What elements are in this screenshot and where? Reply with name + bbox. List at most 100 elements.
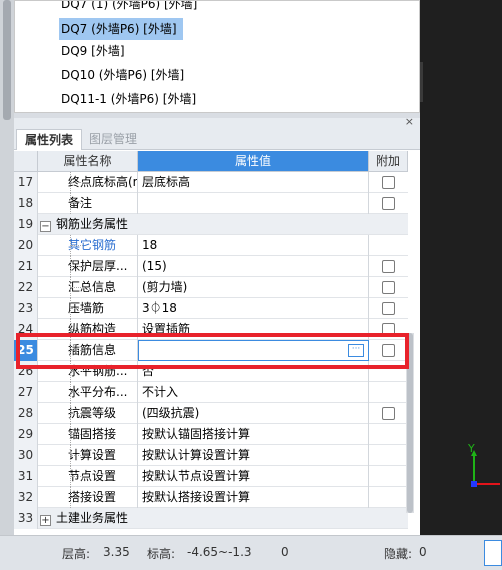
tree-dash [71,371,83,372]
property-value[interactable]: 按默认计算设置计算 [138,445,369,466]
property-value[interactable]: 按默认搭接设置计算 [138,487,369,508]
property-value[interactable]: 3⏀18 [138,298,369,319]
row-number: 21 [14,256,38,277]
property-value[interactable]: 不计入 [138,382,369,403]
collapse-icon[interactable]: − [40,221,51,232]
property-value[interactable]: 按默认节点设置计算 [138,466,369,487]
property-value[interactable] [138,193,369,214]
panel-header: × [14,115,420,129]
tree-dash [71,476,83,477]
property-name: 纵筋构造 [38,319,138,340]
property-row[interactable]: 25 插筋信息 ··· [14,340,408,361]
attach-checkbox[interactable] [382,176,395,189]
property-row[interactable]: 28 抗震等级 (四级抗震) [14,403,408,424]
attach-checkbox[interactable] [382,302,395,315]
attach-cell [369,403,408,424]
property-value[interactable]: 否 [138,361,369,382]
property-name: 终点底标高(m) [38,172,138,193]
row-number: 30 [14,445,38,466]
property-name: 计算设置 [38,445,138,466]
property-value-text: 按默认节点设置计算 [142,469,251,483]
tree-dash [71,266,83,267]
property-name: 汇总信息 [38,277,138,298]
property-value[interactable]: 18 [138,235,369,256]
tree-dash [71,287,83,288]
property-row[interactable]: 18 备注 [14,193,408,214]
property-value-text: (15) [142,259,167,273]
property-name: 抗震等级 [38,403,138,424]
property-name: 插筋信息 [38,340,138,361]
status-toggle-icon[interactable] [484,540,502,566]
status-bar: 层高: 3.35 标高: -4.65~-1.3 0 隐藏: 0 [0,535,502,570]
property-row[interactable]: 20 其它钢筋 18 [14,235,408,256]
property-value-text: (四级抗震) [142,406,200,420]
property-row[interactable]: 26 水平钢筋... 否 [14,361,408,382]
attach-checkbox[interactable] [382,260,395,273]
tree-item[interactable]: DQ7 (1) (外墙P6) [外墙] [59,1,203,15]
attach-checkbox[interactable] [382,197,395,210]
property-value[interactable]: 设置插筋 [138,319,369,340]
property-value-text: 按默认计算设置计算 [142,448,251,462]
row-number: 22 [14,277,38,298]
tree-item[interactable]: DQ11-1 (外墙P6) [外墙] [59,88,202,110]
property-row[interactable]: 23 压墙筋 3⏀18 [14,298,408,319]
attach-cell [369,445,408,466]
property-value[interactable]: (四级抗震) [138,403,369,424]
group-row[interactable]: 19− 钢筋业务属性 [14,214,408,235]
ellipsis-button[interactable]: ··· [348,344,364,357]
properties-panel: × 属性列表 图层管理 属性名称 属性值 附加 17终点底标高(m) 层底标高 18… [14,115,420,535]
property-name: 水平分布... [38,382,138,403]
property-row[interactable]: 31 节点设置 按默认节点设置计算 [14,466,408,487]
tree-item[interactable]: DQ10 (外墙P6) [外墙] [59,64,190,86]
property-value-text: 按默认搭接设置计算 [142,490,251,504]
property-value-text: 18 [142,238,158,252]
property-row[interactable]: 27 水平分布... 不计入 [14,382,408,403]
property-row[interactable]: 17终点底标高(m) 层底标高 [14,172,408,193]
tab-layer-management[interactable]: 图层管理 [82,129,144,150]
panel-tabs: 属性列表 图层管理 [14,128,420,150]
left-scrollbar-thumb[interactable] [3,0,11,120]
property-value[interactable]: 按默认锚固搭接计算 [138,424,369,445]
tree-item[interactable]: DQ9 [外墙] [59,40,131,62]
property-row[interactable]: 24 纵筋构造 设置插筋 [14,319,408,340]
tree-dash [71,497,83,498]
property-row[interactable]: 29 锚固搭接 按默认锚固搭接计算 [14,424,408,445]
property-value-text: 设置插筋 [142,322,191,336]
row-number: 25 [14,340,38,361]
tree-dash [71,182,83,183]
property-name: 水平钢筋... [38,361,138,382]
property-value-text: 不计入 [142,385,179,399]
property-value[interactable]: 层底标高 [138,172,369,193]
header-attach: 附加 [369,151,408,172]
tree-item-selected[interactable]: DQ7 (外墙P6) [外墙] [59,18,183,40]
row-number: 27 [14,382,38,403]
left-scrollbar[interactable] [0,0,14,535]
attach-checkbox[interactable] [382,323,395,336]
attach-checkbox[interactable] [382,281,395,294]
property-scrollbar-thumb[interactable] [407,333,413,513]
property-row[interactable]: 32 搭接设置 按默认搭接设置计算 [14,487,408,508]
property-name: + 土建业务属性 [38,508,269,529]
attach-checkbox[interactable] [382,407,395,420]
row-number: 31 [14,466,38,487]
axis-gizmo: Y [467,442,500,487]
tree-dash [71,245,83,246]
property-row[interactable]: 30 计算设置 按默认计算设置计算 [14,445,408,466]
tab-property-list[interactable]: 属性列表 [16,129,82,150]
floor-height-value: 3.35 [103,545,130,559]
property-value[interactable]: (15) [138,256,369,277]
attach-checkbox[interactable] [382,344,395,357]
attach-cell [369,235,408,256]
attach-cell [369,319,408,340]
viewport-edge [420,62,423,102]
property-scrollbar[interactable] [406,333,414,513]
expand-icon[interactable]: + [40,515,51,526]
close-icon[interactable]: × [405,115,414,129]
property-value-text: 按默认锚固搭接计算 [142,427,251,441]
floor-height-label: 层高: [62,547,91,561]
property-row[interactable]: 21 保护层厚... (15) [14,256,408,277]
property-value-input[interactable]: ··· [138,340,369,361]
group-row[interactable]: 33 + 土建业务属性 [14,508,408,529]
property-row[interactable]: 22 汇总信息 (剪力墙) [14,277,408,298]
property-value[interactable]: (剪力墙) [138,277,369,298]
